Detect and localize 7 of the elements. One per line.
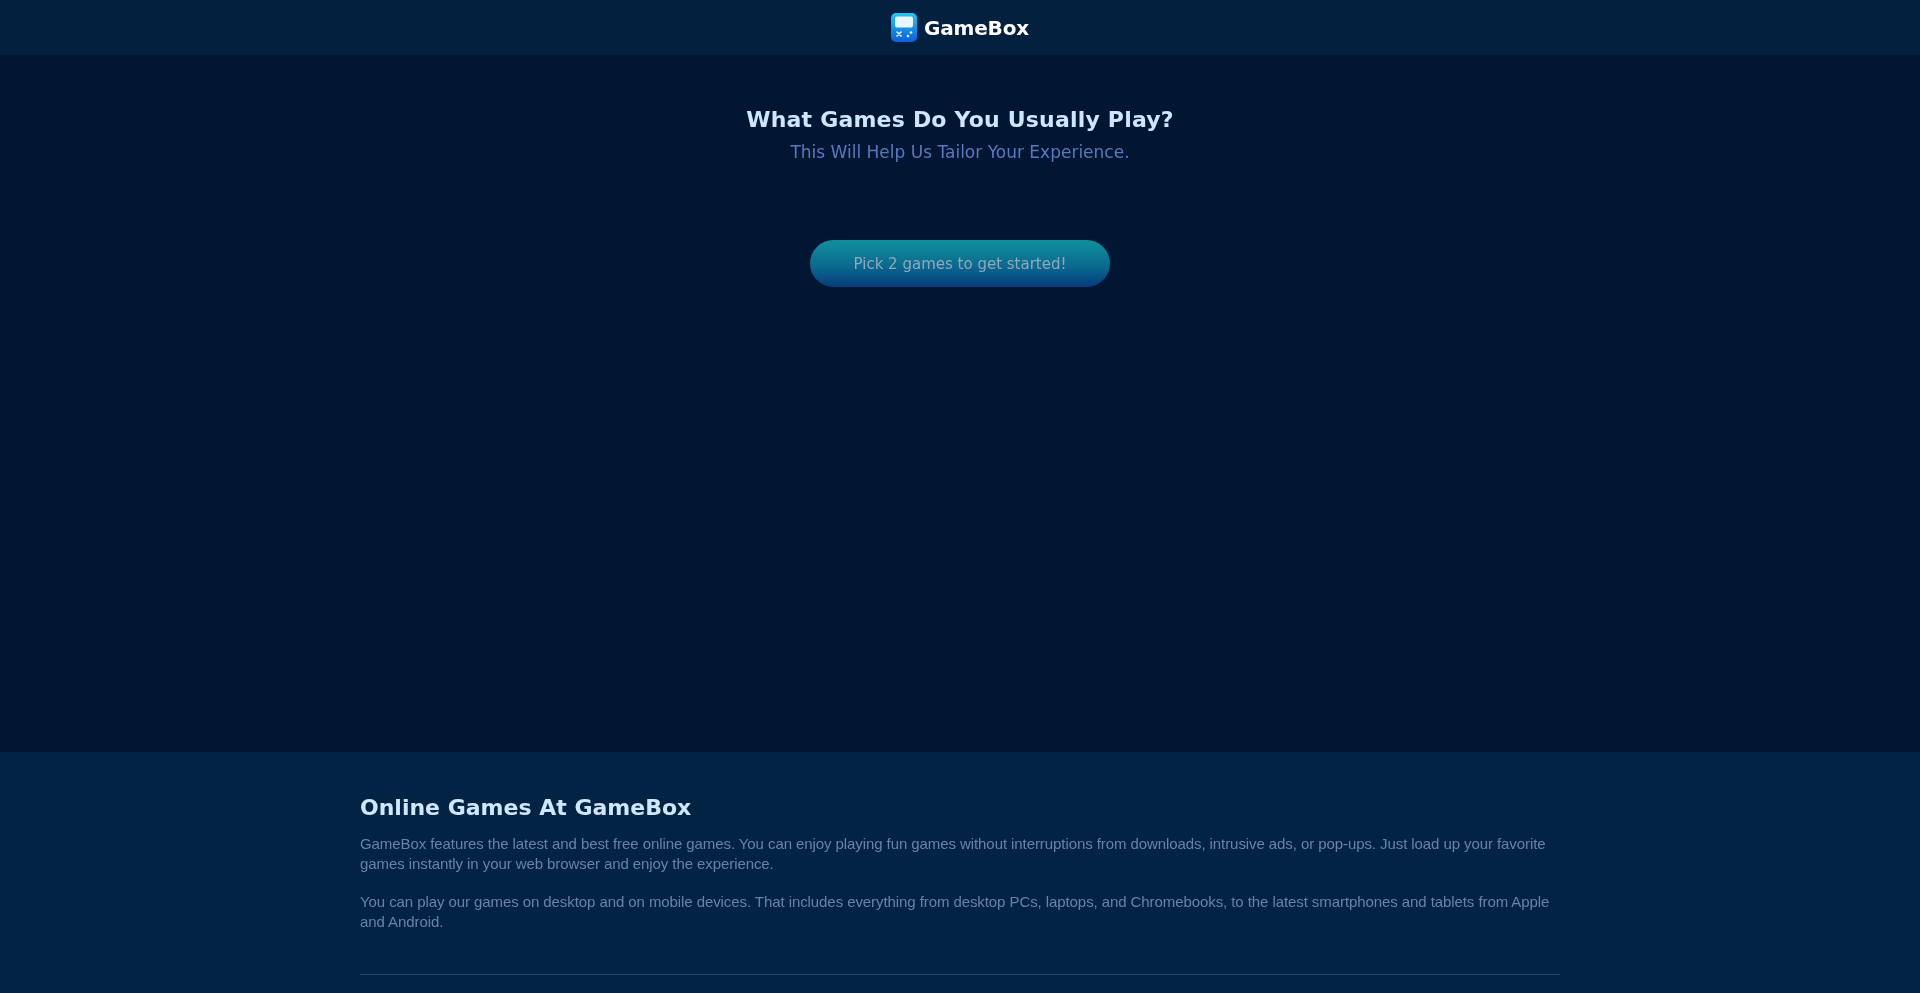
page-title: What Games Do You Usually Play? bbox=[746, 107, 1174, 132]
about-paragraph: You can play our games on desktop and on mobile devices. That includes everything from desktop PCs, laptops, and Chromebooks, to the latest smartphones and tablets from Apple and Android. bbox=[360, 892, 1551, 932]
page-subtitle: This Will Help Us Tailor Your Experience. bbox=[790, 142, 1130, 162]
about-paragraph: GameBox features the latest and best free online games. You can enjoy playing fun games without interruptions from downloads, intrusive ads, or pop-ups. Just load up your favorite games instantly in your web browser and enjoy the experience. bbox=[360, 834, 1547, 874]
handheld-console-logo-icon bbox=[891, 13, 918, 42]
about-heading: Online Games At GameBox bbox=[360, 795, 693, 820]
logo-text[interactable]: GameBox bbox=[924, 15, 1029, 40]
